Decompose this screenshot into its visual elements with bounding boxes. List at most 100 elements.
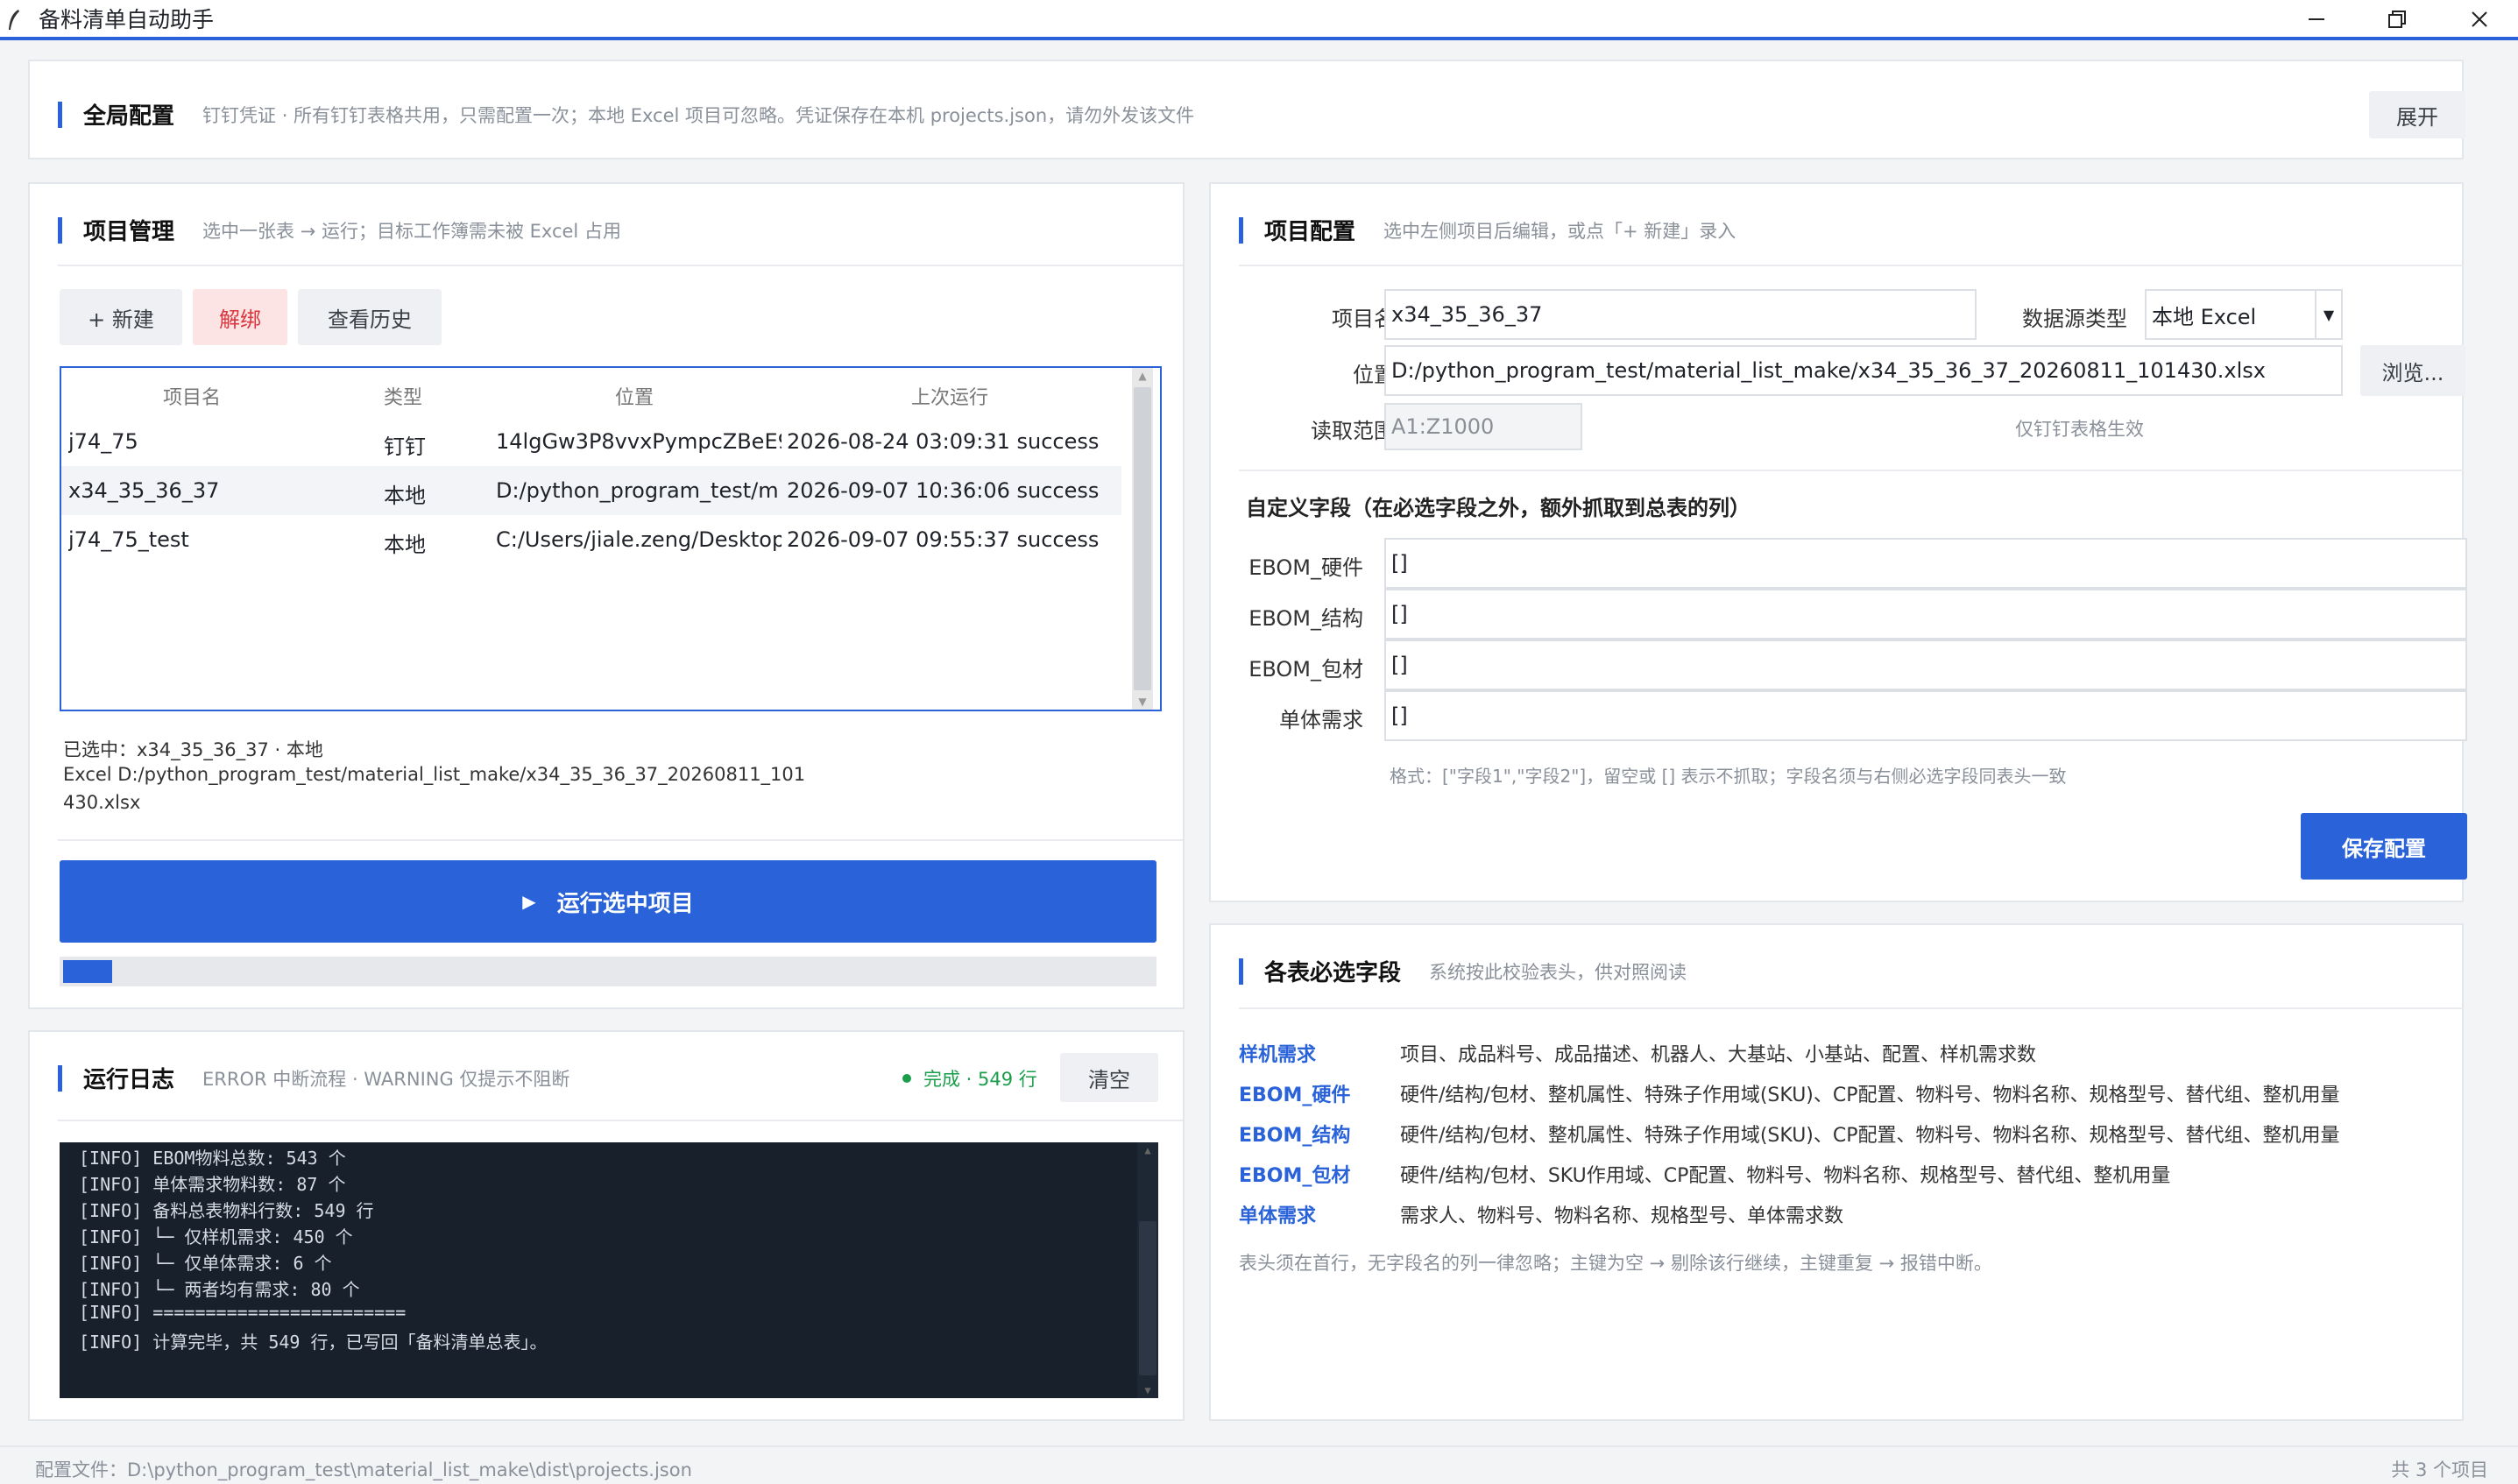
accent-bar (1239, 216, 1243, 244)
table-row[interactable]: x34_35_36_37 本地 D:/python_program_test/m… (61, 466, 1121, 515)
project-name-input[interactable]: x34_35_36_37 (1384, 289, 1977, 340)
project-config-subtitle: 选中左侧项目后编辑，或点「+ 新建」录入 (1383, 220, 1736, 242)
scrollbar-thumb[interactable] (1139, 1221, 1156, 1375)
column-header-location[interactable]: 位置 (615, 382, 654, 410)
required-table-name: EBOM_包材 (1239, 1165, 1351, 1187)
log-line: [INFO] 计算完毕，共 549 行，已写回「备料清单总表」。 (79, 1332, 548, 1353)
custom-fields-title: 自定义字段（在必选字段之外，额外抓取到总表的列） (1246, 496, 1751, 520)
progress-fill (63, 960, 113, 983)
required-table-name: 单体需求 (1239, 1205, 1317, 1227)
unbind-button[interactable]: 解绑 (193, 289, 287, 345)
project-count: 共 3 个项目 (2391, 1459, 2488, 1480)
minimize-icon (2309, 18, 2324, 20)
log-line: [INFO] └─ 仅单体需求: 6 个 (79, 1253, 332, 1274)
play-icon: ▶ (522, 891, 536, 912)
log-line: [INFO] └─ 两者均有需求: 80 个 (79, 1279, 360, 1300)
custom-field-label: 单体需求 (1279, 708, 1363, 732)
required-table-fields: 硬件/结构/包材、整机属性、特殊子作用域(SKU)、CP配置、物料号、物料名称、… (1400, 1125, 2340, 1147)
log-line: [INFO] EBOM物料总数: 543 个 (79, 1148, 346, 1169)
required-fields-subtitle: 系统按此校验表头，供对照阅读 (1429, 961, 1687, 983)
global-config-header: 全局配置 钉钉凭证 · 所有钉钉表格共用，只需配置一次；本地 Excel 项目可… (58, 98, 1194, 131)
required-fields-note: 表头须在首行，无字段名的列一律忽略；主键为空 → 剔除该行继续，主键重复 → 报… (1239, 1253, 1992, 1274)
custom-field-input[interactable]: [] (1384, 589, 2467, 640)
custom-field-label: EBOM_包材 (1248, 657, 1363, 682)
required-table-fields: 项目、成品料号、成品描述、机器人、大基站、小基站、配置、样机需求数 (1400, 1044, 2037, 1066)
scroll-up-icon[interactable]: ▲ (1132, 368, 1153, 384)
accent-bar (58, 1064, 62, 1092)
custom-field-label: EBOM_结构 (1248, 606, 1363, 631)
cell-location: C:/Users/jiale.zeng/Desktop (496, 527, 782, 552)
scrollbar-thumb[interactable] (1134, 387, 1151, 690)
expand-button[interactable]: 展开 (2369, 91, 2465, 138)
scroll-up-icon[interactable]: ▲ (1137, 1142, 1158, 1158)
close-button[interactable] (2453, 4, 2506, 35)
project-mgmt-subtitle: 选中一张表 → 运行；目标工作簿需未被 Excel 占用 (202, 220, 621, 242)
cell-location: 14lgGw3P8vvxPympcZBeE9 (496, 429, 782, 454)
run-selected-button[interactable]: ▶ 运行选中项目 (60, 860, 1156, 943)
run-log-card: 运行日志 ERROR 中断流程 · WARNING 仅提示不阻断 完成 · 54… (28, 1030, 1185, 1421)
cell-last-run: 2026-09-07 09:55:37 success (787, 527, 1100, 552)
run-progress-bar (60, 957, 1156, 986)
column-header-last-run[interactable]: 上次运行 (911, 382, 988, 410)
log-scrollbar[interactable]: ▲ ▼ (1137, 1142, 1158, 1398)
clear-log-button[interactable]: 清空 (1060, 1053, 1158, 1102)
selected-project-label: 已选中：x34_35_36_37 · 本地 (63, 739, 323, 760)
divider (58, 265, 1183, 266)
custom-field-input[interactable]: [] (1384, 538, 2467, 589)
table-scrollbar[interactable]: ▲ ▼ (1132, 368, 1153, 710)
minimize-button[interactable] (2290, 4, 2343, 35)
required-table-fields: 硬件/结构/包材、SKU作用域、CP配置、物料号、物料名称、规格型号、替代组、整… (1400, 1165, 2171, 1187)
cell-type: 钉钉 (384, 435, 426, 459)
global-config-subtitle: 钉钉凭证 · 所有钉钉表格共用，只需配置一次；本地 Excel 项目可忽略。凭证… (202, 104, 1195, 126)
custom-field-input[interactable]: [] (1384, 640, 2467, 690)
restore-icon (2388, 11, 2406, 28)
global-config-card: 全局配置 钉钉凭证 · 所有钉钉表格共用，只需配置一次；本地 Excel 项目可… (28, 60, 2465, 159)
project-table: 项目名 类型 位置 上次运行 j74_75 钉钉 14lgGw3P8vvxPym… (60, 366, 1162, 711)
new-project-button[interactable]: + 新建 (60, 289, 182, 345)
read-range-note: 仅钉钉表格生效 (2015, 419, 2144, 440)
config-file-path: 配置文件：D:\python_program_test\material_lis… (35, 1459, 692, 1480)
browse-button[interactable]: 浏览... (2360, 345, 2465, 396)
log-line: [INFO] └─ 仅样机需求: 450 个 (79, 1226, 353, 1247)
required-table-fields: 硬件/结构/包材、整机属性、特殊子作用域(SKU)、CP配置、物料号、物料名称、… (1400, 1085, 2340, 1106)
source-type-select[interactable]: 本地 Excel ▼ (2145, 289, 2343, 340)
project-config-title: 项目配置 (1264, 219, 1356, 245)
log-console[interactable]: [INFO] EBOM物料总数: 543 个 [INFO] 单体需求物料数: 8… (60, 1142, 1158, 1398)
table-row[interactable]: j74_75_test 本地 C:/Users/jiale.zeng/Deskt… (61, 515, 1121, 564)
required-table-name: EBOM_结构 (1239, 1125, 1351, 1147)
feather-icon (9, 10, 19, 30)
read-range-input[interactable]: A1:Z1000 (1384, 403, 1582, 450)
log-line: [INFO] 单体需求物料数: 87 个 (79, 1174, 346, 1195)
required-fields-title: 各表必选字段 (1264, 960, 1402, 986)
column-header-type[interactable]: 类型 (384, 382, 422, 410)
restore-button[interactable] (2371, 4, 2423, 35)
scroll-down-icon[interactable]: ▼ (1137, 1382, 1158, 1398)
scroll-down-icon[interactable]: ▼ (1132, 694, 1153, 710)
history-button[interactable]: 查看历史 (298, 289, 442, 345)
divider (1239, 470, 2464, 471)
run-selected-label: 运行选中项目 (556, 890, 694, 917)
custom-field-input[interactable]: [] (1384, 690, 2467, 741)
global-config-title: 全局配置 (83, 103, 175, 130)
title-bar: 备料清单自动助手 (0, 0, 2518, 40)
table-row[interactable]: j74_75 钉钉 14lgGw3P8vvxPympcZBeE9 2026-08… (61, 417, 1121, 466)
status-dot-icon (902, 1074, 911, 1083)
format-note: 格式：["字段1","字段2"]，留空或 [] 表示不抓取；字段名须与右侧必选字… (1390, 766, 2067, 787)
cell-type: 本地 (384, 484, 426, 508)
required-table-name: 样机需求 (1239, 1044, 1317, 1066)
required-fields-card: 各表必选字段 系统按此校验表头，供对照阅读 样机需求 项目、成品料号、成品描述、… (1209, 923, 2464, 1421)
project-mgmt-title: 项目管理 (83, 219, 175, 245)
selected-project-path: Excel D:/python_program_test/material_li… (63, 764, 806, 785)
save-config-button[interactable]: 保存配置 (2301, 813, 2467, 880)
close-icon (2472, 11, 2487, 27)
required-table-fields: 需求人、物料号、物料名称、规格型号、单体需求数 (1400, 1205, 1844, 1227)
location-input[interactable]: D:/python_program_test/material_list_mak… (1384, 345, 2343, 396)
required-fields-header: 各表必选字段 系统按此校验表头，供对照阅读 (1239, 955, 1687, 987)
divider (58, 839, 1183, 841)
run-status-text: 完成 · 549 行 (923, 1069, 1037, 1090)
cell-type: 本地 (384, 533, 426, 557)
cell-last-run: 2026-08-24 03:09:31 success (787, 429, 1100, 454)
dropdown-arrow-icon[interactable]: ▼ (2315, 291, 2341, 338)
location-label: 位置 (1353, 363, 1395, 387)
column-header-name[interactable]: 项目名 (163, 382, 221, 410)
